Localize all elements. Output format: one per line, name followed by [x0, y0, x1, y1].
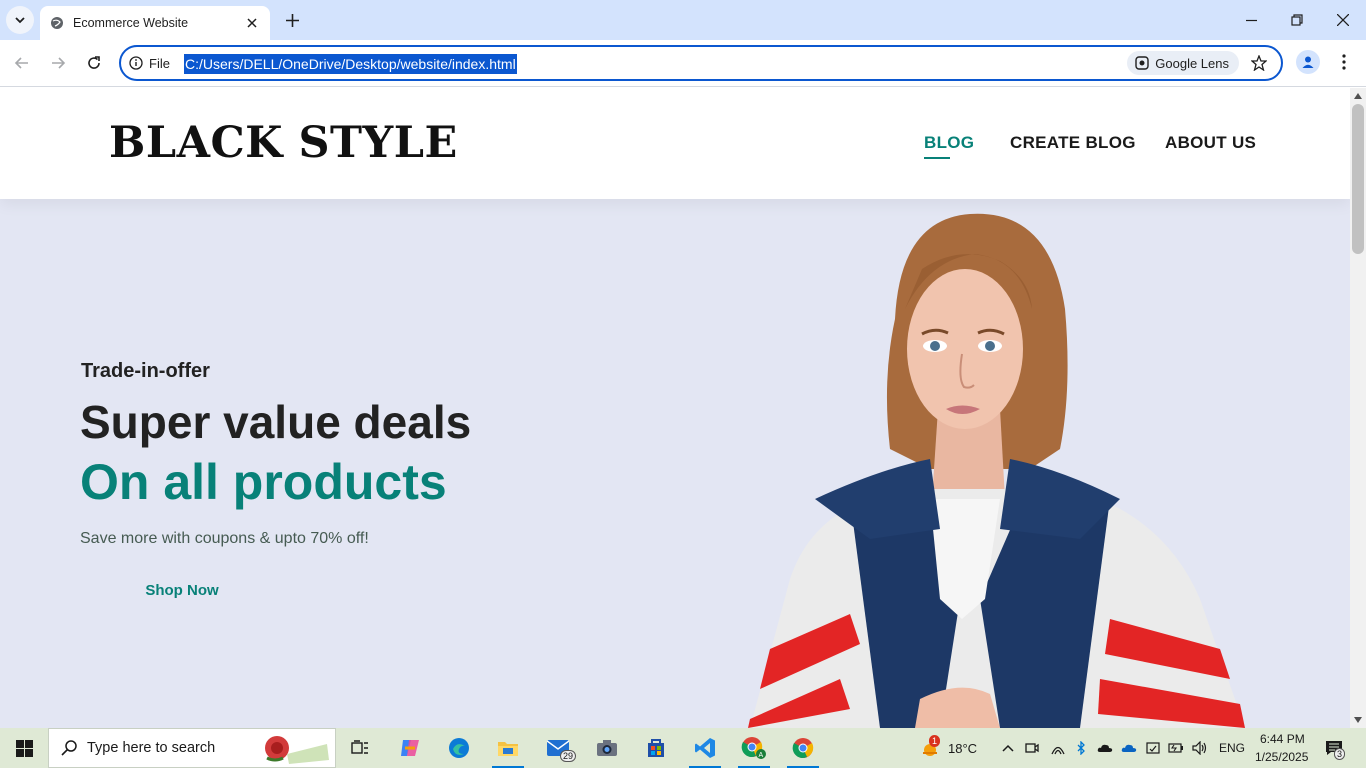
more-vert-icon — [1342, 54, 1346, 70]
vscode-button[interactable] — [687, 732, 723, 768]
copilot-icon — [401, 740, 419, 756]
profile-button[interactable] — [1296, 50, 1320, 74]
browser-toolbar: File C:/Users/DELL/OneDrive/Desktop/webs… — [0, 40, 1366, 87]
site-info-chip[interactable]: File — [129, 54, 170, 72]
clock-time[interactable]: 6:44 PM — [1260, 732, 1305, 746]
onedrive-sync-icon[interactable] — [1117, 732, 1141, 764]
file-explorer-button[interactable] — [490, 732, 526, 768]
volume-icon[interactable] — [1188, 732, 1212, 764]
security-icon[interactable] — [1141, 732, 1165, 764]
star-icon — [1251, 55, 1267, 71]
mail-badge: 29 — [560, 750, 577, 762]
taskbar-search-box[interactable]: Type here to search — [48, 728, 336, 768]
site-logo[interactable]: BLACK STYLE — [109, 118, 458, 168]
hero-section: Trade-in-offer Super value deals On all … — [0, 199, 1350, 728]
arrow-right-icon — [52, 57, 66, 69]
folder-icon — [498, 742, 518, 756]
bluetooth-icon[interactable] — [1069, 732, 1093, 764]
weather-temp[interactable]: 18°C — [948, 741, 977, 756]
shop-now-button[interactable]: Shop Now — [108, 570, 256, 610]
address-bar[interactable]: File C:/Users/DELL/OneDrive/Desktop/webs… — [119, 45, 1283, 81]
close-icon — [1337, 14, 1349, 26]
back-button[interactable] — [9, 50, 35, 76]
scroll-up-icon[interactable] — [1354, 92, 1362, 100]
lens-icon — [1135, 56, 1149, 70]
bookmark-button[interactable] — [1249, 53, 1269, 73]
clock-date[interactable]: 1/25/2025 — [1255, 750, 1308, 764]
tab-search-button[interactable] — [6, 6, 34, 34]
store-icon — [648, 739, 664, 757]
task-view-button[interactable] — [342, 732, 378, 764]
hero-model-image — [748, 213, 1245, 728]
edge-icon — [449, 738, 469, 758]
reload-button[interactable] — [81, 50, 107, 76]
hero-highlight: On all products — [80, 454, 447, 510]
mail-button[interactable]: 29 — [540, 732, 577, 764]
scroll-down-icon[interactable] — [1354, 716, 1362, 724]
site-header: BLACK STYLE BLOG CREATE BLOG ABOUT US — [0, 88, 1350, 199]
onedrive-icon[interactable] — [1093, 732, 1117, 764]
network-icon[interactable] — [1046, 732, 1070, 764]
tab-title: Ecommerce Website — [73, 16, 189, 30]
svg-text:A: A — [759, 752, 764, 759]
forward-button[interactable] — [45, 50, 71, 76]
browser-tab-strip: Ecommerce Website — [0, 0, 1366, 40]
weather-alert-badge: 1 — [929, 735, 941, 747]
chrome-button[interactable] — [785, 732, 821, 768]
person-icon — [1302, 56, 1314, 68]
camera-button[interactable] — [589, 732, 625, 764]
search-highlight-flower-icon — [265, 736, 329, 764]
nav-create-blog[interactable]: CREATE BLOG — [1010, 133, 1136, 153]
new-tab-button[interactable] — [280, 8, 304, 32]
notifications-button[interactable]: 3 — [1318, 732, 1350, 764]
reload-icon — [88, 56, 100, 69]
chevron-up-icon — [1002, 744, 1014, 752]
edge-button[interactable] — [441, 732, 477, 764]
google-lens-label: Google Lens — [1155, 55, 1229, 71]
chrome-icon — [792, 738, 814, 758]
google-lens-button[interactable]: Google Lens — [1127, 51, 1239, 75]
windows-icon — [15, 739, 33, 757]
page-viewport: BLACK STYLE BLOG CREATE BLOG ABOUT US Tr… — [0, 88, 1350, 728]
url-text[interactable]: C:/Users/DELL/OneDrive/Desktop/website/i… — [184, 54, 517, 74]
camera-icon — [597, 740, 617, 756]
chrome-profile-button[interactable]: A — [736, 732, 772, 768]
store-button[interactable] — [638, 732, 674, 764]
restore-icon — [1291, 14, 1303, 26]
taskbar: Type here to search 29 A 1 18°C ENG 6:44… — [0, 728, 1366, 768]
arrow-left-icon — [14, 57, 28, 69]
battery-icon[interactable] — [1164, 732, 1188, 764]
plus-icon — [285, 13, 299, 27]
nav-blog[interactable]: BLOG — [924, 133, 974, 159]
notification-count-badge: 3 — [1334, 748, 1346, 760]
window-close-button[interactable] — [1320, 0, 1366, 40]
nav-about-us[interactable]: ABOUT US — [1165, 133, 1256, 153]
search-icon — [61, 740, 77, 756]
chrome-profile-icon: A — [741, 737, 766, 759]
hero-description: Save more with coupons & upto 70% off! — [80, 530, 369, 547]
globe-icon — [51, 17, 63, 29]
task-view-icon — [351, 740, 368, 754]
meet-now-icon[interactable] — [1020, 732, 1044, 764]
browser-tab[interactable]: Ecommerce Website — [40, 6, 270, 40]
site-info-label: File — [149, 55, 170, 71]
browser-menu-button[interactable] — [1334, 50, 1354, 74]
restore-button[interactable] — [1274, 0, 1320, 40]
start-button[interactable] — [0, 728, 48, 768]
minimize-icon — [1245, 19, 1257, 21]
minimize-button[interactable] — [1228, 0, 1274, 40]
scroll-thumb[interactable] — [1352, 104, 1364, 254]
language-indicator[interactable]: ENG — [1219, 741, 1245, 755]
tab-close-icon[interactable] — [244, 15, 260, 31]
hero-subtitle: Trade-in-offer — [81, 360, 210, 382]
taskbar-search-placeholder: Type here to search — [87, 740, 216, 756]
copilot-button[interactable] — [392, 732, 428, 764]
chevron-down-icon — [15, 17, 25, 24]
vscode-icon — [695, 738, 715, 758]
hero-headline: Super value deals — [80, 396, 472, 448]
info-icon — [129, 56, 143, 70]
page-scrollbar[interactable] — [1350, 88, 1366, 728]
weather-widget[interactable]: 1 — [912, 732, 948, 764]
